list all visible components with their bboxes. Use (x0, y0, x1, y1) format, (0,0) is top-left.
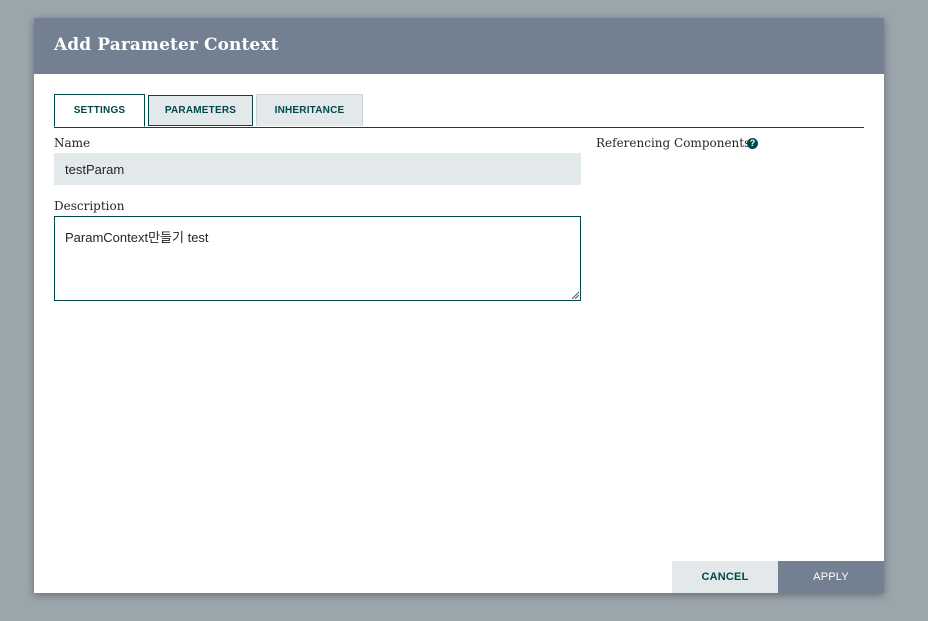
tab-inheritance[interactable]: INHERITANCE (256, 94, 363, 126)
dialog-header: Add Parameter Context (34, 18, 884, 74)
name-label: Name (54, 136, 91, 150)
name-input[interactable]: testParam (54, 153, 581, 185)
tab-parameters[interactable]: PARAMETERS (148, 95, 253, 126)
referencing-components-label: Referencing Components (596, 136, 751, 150)
description-label: Description (54, 199, 125, 213)
question-circle-icon[interactable]: ? (747, 138, 758, 149)
tab-bar: SETTINGS PARAMETERS INHERITANCE (54, 94, 864, 128)
description-textarea[interactable]: ParamContext만들기 test (54, 216, 581, 301)
description-value: ParamContext만들기 test (65, 230, 209, 245)
tab-settings[interactable]: SETTINGS (54, 94, 145, 127)
name-input-value: testParam (65, 161, 125, 177)
resize-grip-icon[interactable] (571, 291, 579, 299)
cancel-button[interactable]: CANCEL (672, 561, 778, 593)
apply-button[interactable]: APPLY (778, 561, 884, 593)
dialog-title: Add Parameter Context (54, 35, 279, 55)
add-parameter-context-dialog: Add Parameter Context SETTINGS PARAMETER… (34, 18, 884, 593)
